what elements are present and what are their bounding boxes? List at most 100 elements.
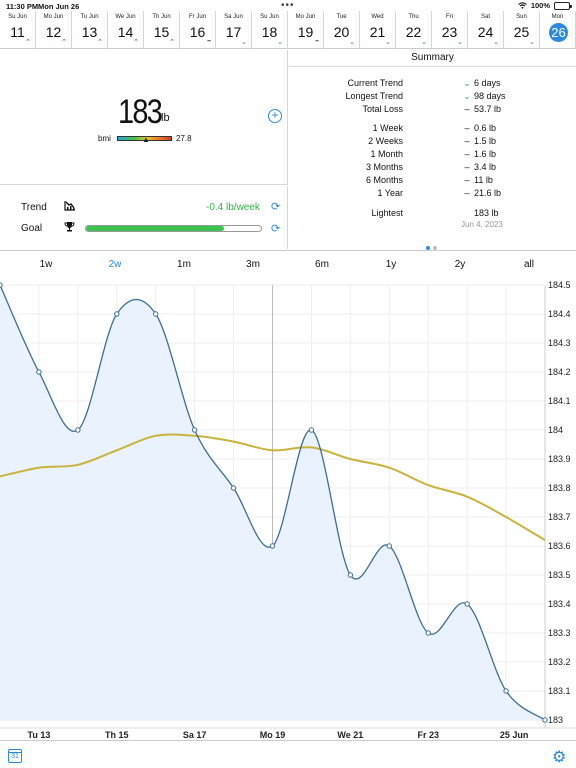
range-tab-1m[interactable]: 1m [177, 259, 191, 270]
summary-row: Longest Trend ⌄ 98 days [289, 91, 576, 103]
day-name: Sun [516, 14, 527, 20]
summary-value: 6 days [474, 78, 501, 88]
x-tick-label: Fr 23 [417, 730, 439, 740]
y-tick-label: 183.6 [548, 541, 571, 551]
summary-key: 6 Months [365, 175, 403, 185]
day-name: Th Jun [152, 14, 171, 20]
add-weight-button[interactable]: + [268, 109, 282, 123]
range-tab-1y[interactable]: 1y [386, 259, 397, 270]
day-name: Thu [408, 14, 419, 20]
day-name: Sat [480, 14, 490, 20]
weight-point [269, 543, 276, 549]
day-cell[interactable]: Fr Jun 16– [180, 11, 216, 49]
x-tick-label: We 21 [337, 730, 363, 740]
summary-row: 1 Week –0.6 lb [289, 123, 576, 135]
trend-up-icon: ⌃ [25, 39, 31, 46]
summary-key: 1 Year [377, 188, 403, 198]
trend-cycle-icon[interactable]: ⟳ [271, 200, 280, 213]
summary-sign: – [464, 136, 470, 146]
summary-row: Current Trend ⌄ 6 days [289, 78, 576, 90]
range-tabs: 1w 2w 1m 3m 6m 1y 2y all [0, 250, 576, 280]
summary-key: 1 Month [370, 149, 403, 159]
weight-point [230, 485, 237, 491]
day-strip: Su Jun 11 ⌃ Mo Jun 12 ⌃ Tu Jun 13 ⌃ We Jun 14 ⌃ Th J… [0, 11, 576, 49]
trend-flat-icon: – [207, 38, 211, 45]
range-tab-3m[interactable]: 3m [246, 259, 260, 270]
day-cell[interactable]: Sat 24 ⌄ [468, 11, 504, 49]
y-tick-label: 183.3 [548, 628, 571, 638]
current-weight-value: 183 [118, 93, 163, 131]
summary-key: Longest Trend [345, 91, 403, 101]
y-tick-label: 184.1 [548, 396, 571, 406]
summary-value: 0.6 lb [474, 123, 497, 133]
summary-key: Current Trend [347, 78, 403, 88]
status-time: 11:30 PM [6, 2, 39, 11]
trend-up-icon: ⌃ [97, 39, 103, 46]
day-cell[interactable]: Mo Jun 19– [288, 11, 324, 49]
day-cell[interactable]: Thu 22 ⌄ [396, 11, 432, 49]
trend-goal-panel [0, 186, 288, 249]
day-cell[interactable]: Su Jun 18 ⌄ [252, 11, 288, 49]
y-tick-label: 183.9 [548, 454, 571, 464]
day-name: Mo Jun [295, 14, 316, 20]
day-name: Mon [551, 14, 564, 20]
range-tab-1w[interactable]: 1w [40, 259, 53, 270]
weight-point [464, 601, 470, 607]
day-cell[interactable]: Mon 26 [540, 11, 576, 49]
status-date: Mon Jun 26 [38, 2, 80, 11]
trend-up-icon: ⌃ [169, 39, 175, 46]
day-cell[interactable]: We Jun 14 ⌃ [108, 11, 144, 49]
day-name: Fri [446, 14, 453, 20]
day-cell[interactable]: Fri 23 ⌄ [432, 11, 468, 49]
day-name: Tue [336, 14, 347, 20]
summary-key: Total Loss [362, 104, 403, 114]
summary-key: Lightest [371, 208, 403, 218]
y-tick-label: 183.8 [548, 483, 571, 493]
trend-flat-icon: – [315, 38, 319, 45]
summary-sign: – [464, 188, 470, 198]
status-right: 100% [517, 1, 572, 10]
day-cell[interactable]: Su Jun 11 ⌃ [0, 11, 36, 49]
range-tab-2y[interactable]: 2y [455, 259, 466, 270]
day-name: Sa Jun [224, 14, 243, 20]
range-tab-6m[interactable]: 6m [315, 259, 329, 270]
day-cell[interactable]: Tue 20 ⌄ [324, 11, 360, 49]
settings-gear-icon[interactable]: ⚙ [552, 747, 566, 767]
wifi-icon [517, 2, 527, 9]
x-tick-label: Th 15 [105, 730, 129, 740]
day-cell[interactable]: Sun 25 ⌄ [504, 11, 540, 49]
summary-row: 1 Month –1.6 lb [289, 149, 576, 161]
y-tick-label: 183.4 [548, 599, 571, 609]
y-tick-label: 183.1 [548, 686, 571, 696]
day-name: Wed [371, 14, 384, 20]
multitasking-dots[interactable]: ••• [281, 0, 295, 11]
summary-value: 98 days [474, 91, 506, 101]
weight-chart[interactable]: 184.5 184.4 184.3 184.2 184.1 184 183.9 183.8 18… [0, 280, 576, 740]
calendar-icon[interactable]: 31 [8, 749, 22, 763]
day-cell[interactable]: Sa Jun 17 ⌄ [216, 11, 252, 49]
battery-percent: 100% [530, 1, 550, 10]
weight-point [503, 688, 509, 694]
bmi-indicator-icon: ▲ [142, 135, 150, 144]
range-tab-all[interactable]: all [524, 259, 534, 270]
goal-cycle-icon[interactable]: ⟳ [271, 222, 280, 235]
trend-down-icon: ⌄ [529, 39, 535, 46]
summary-sign: – [464, 104, 470, 114]
day-cell[interactable]: Mo Jun 12 ⌃ [36, 11, 72, 49]
weight-point [114, 311, 120, 317]
day-name: We Jun [115, 14, 136, 20]
day-cell[interactable]: Th Jun 15 ⌃ [144, 11, 180, 49]
y-tick-label: 183.7 [548, 512, 571, 522]
weight-point [36, 369, 42, 375]
range-tab-2w[interactable]: 2w [109, 259, 122, 270]
summary-sign: – [464, 175, 470, 185]
trend-up-icon: ⌃ [61, 39, 67, 46]
day-name: Mo Jun [43, 14, 64, 20]
summary-title: Summary [289, 50, 576, 67]
day-cell[interactable]: Wed 21 ⌄ [360, 11, 396, 49]
day-cell[interactable]: Tu Jun 13 ⌃ [72, 11, 108, 49]
day-name: Su Jun [260, 14, 279, 20]
current-weight-unit: lb [161, 112, 170, 124]
y-tick-label: 184.2 [548, 367, 571, 377]
summary-key: 3 Months [365, 162, 403, 172]
